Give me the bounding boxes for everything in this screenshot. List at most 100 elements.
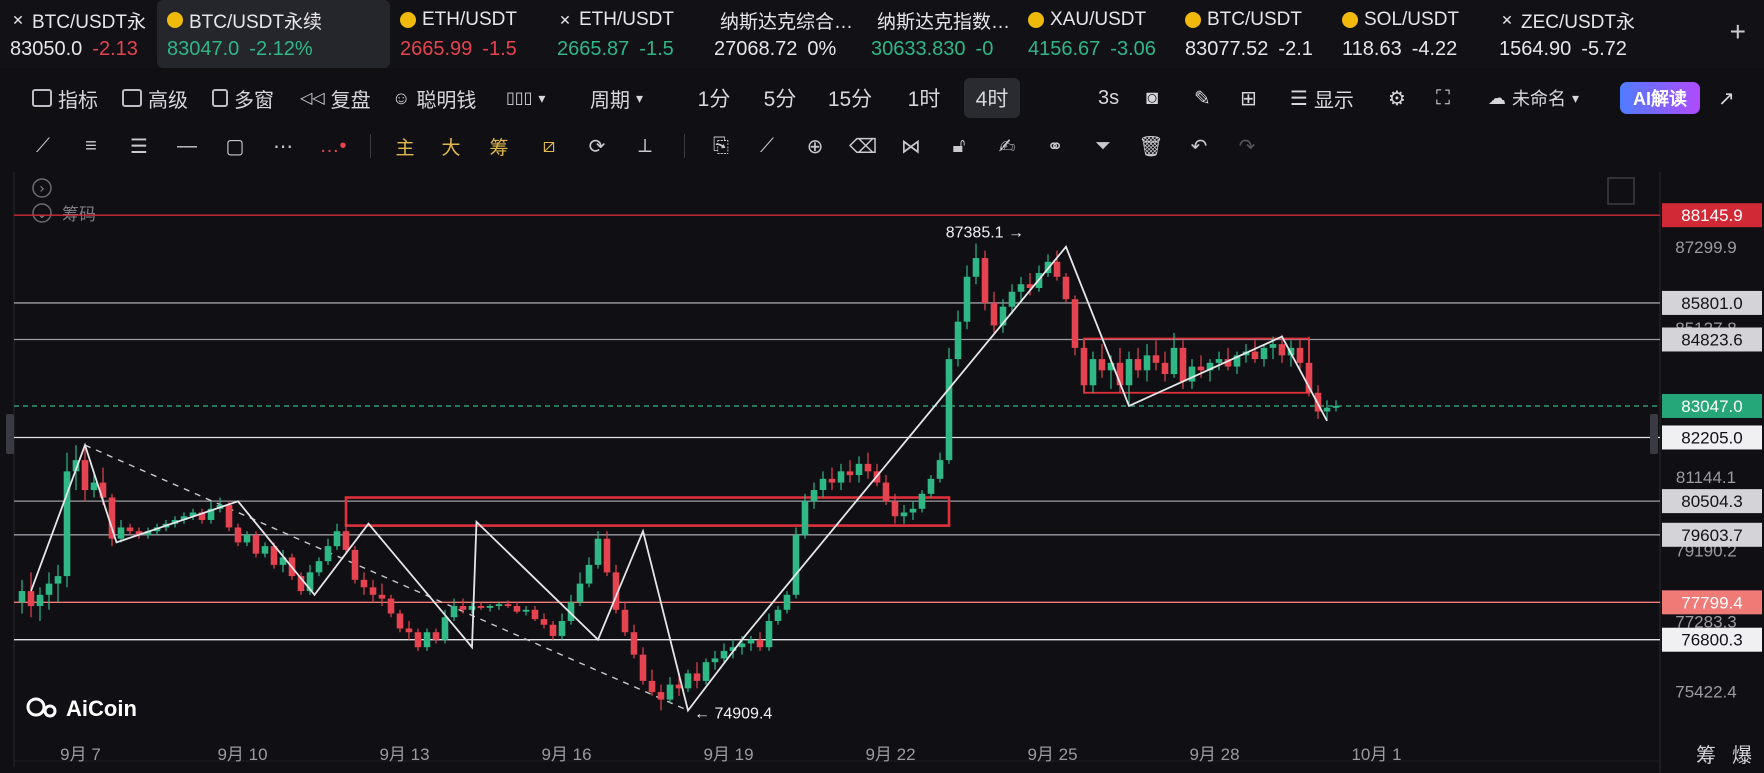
x-tick-label: 9月 10 [217,745,267,764]
screenshot-button[interactable]: ◙ [1146,78,1158,118]
note-tool[interactable]: ✍ [992,132,1022,160]
liquidation-panel-button[interactable]: 爆 [1732,743,1752,767]
candle-body [837,471,845,483]
main-indicator-toggle[interactable]: 主 [390,132,420,160]
ruler-tool[interactable]: ⟋ [752,132,782,160]
ticker-1[interactable]: BTC/USDT永续 83047.0 -2.12% [157,0,390,68]
redo-button[interactable]: ↷ [1232,132,1262,160]
chart-svg[interactable]: ›⌄筹码87385.1 →← 74909.487299.985127.88114… [0,172,1764,773]
layout-menu-button[interactable]: ☁ 未命名 ▾ [1488,78,1579,118]
candle-body [1260,347,1268,360]
ticker-7[interactable]: BTC/USDT 83077.52 -2.1 [1175,0,1332,68]
edit-button[interactable]: ✎ [1194,78,1211,118]
ai-interpret-button[interactable]: AI解读 [1620,82,1700,114]
candle-body [693,673,701,681]
candle-body [117,527,125,539]
y-tick-label: 75422.4 [1675,682,1736,701]
undo-button[interactable]: ↶ [1184,132,1214,160]
candle-body [936,460,944,479]
candle-body [1017,284,1025,292]
ticker-3[interactable]: ✕ ETH/USDT 2665.87 -1.5 [547,0,704,68]
chips-toggle[interactable]: 筹 [484,132,514,160]
period-menu-label: 周期 [590,89,630,112]
candle-body [1152,355,1160,363]
link-tool[interactable]: ⚭ [1040,132,1070,160]
ticker-values: 4156.67 -3.06 [1028,38,1167,61]
indicator-icon [32,89,52,107]
candle-body [432,632,440,640]
candle-body [522,609,530,612]
eraser-icon: ⌫ [848,135,878,158]
eraser-tool[interactable]: ⌫ [848,132,878,160]
ticker-values: 83077.52 -2.1 [1185,38,1324,61]
rectangle-tool[interactable]: ▢ [220,132,250,160]
ticker-5[interactable]: 纳斯达克指数… 30633.830 -0 [861,0,1018,68]
period-4[interactable]: 4时 [964,78,1020,118]
add-ticker-button[interactable]: + [1730,16,1746,48]
candle-body [486,606,494,608]
ticker-8[interactable]: SOL/USDT 118.63 -4.22 [1332,0,1489,68]
period-3[interactable]: 1时 [896,78,952,118]
lock-tool[interactable]: 🔓︎ [944,132,974,160]
ticker-9[interactable]: ✕ ZEC/USDT永 1564.90 -5.72 [1489,0,1646,68]
candle-body [684,673,692,689]
fullscreen-button[interactable]: ⛶ [1436,78,1450,118]
trendline-tool[interactable]: ⟋ [28,132,58,160]
period-2[interactable]: 15分 [818,78,882,118]
sync-tool[interactable]: ⟳ [582,132,612,160]
horizontal-lines-tool[interactable]: ☰ [124,132,154,160]
auto-draw-tool[interactable]: ⧄ [534,132,564,160]
period-menu-button[interactable]: 周期 ▾ [590,78,643,118]
pattern-tool[interactable]: ⋯ [268,132,298,160]
measure-tool[interactable]: ⟂ [630,132,660,160]
multi-window-button[interactable]: 多窗 [212,78,274,118]
ticker-0[interactable]: ✕ BTC/USDT永 83050.0 -2.13 [0,0,157,68]
ticker-6[interactable]: XAU/USDT 4156.67 -3.06 [1018,0,1175,68]
price-chart[interactable]: ›⌄筹码87385.1 →← 74909.487299.985127.88114… [0,172,1764,773]
advanced-button[interactable]: 高级 [122,78,188,118]
candle-body [657,692,665,700]
indicators-button[interactable]: 指标 [32,78,98,118]
ticker-2[interactable]: ETH/USDT 2665.99 -1.5 [390,0,547,68]
period-0[interactable]: 1分 [686,78,742,118]
candle-body [819,478,827,491]
x-tick-label: 9月 28 [1189,745,1239,764]
ticker-price: 83050.0 [10,38,83,60]
share-button[interactable]: ↗ [1718,78,1735,118]
horizontal-ray-tool[interactable]: — [172,132,202,160]
chart-app: { "tickers": [ {"symbol": "BTC/USDT永", "… [0,0,1764,773]
ticker-4[interactable]: 纳斯达克综合… 27068.72 0% [704,0,861,68]
chips-panel-button[interactable]: 筹 [1696,743,1716,767]
bookmark-tool[interactable]: ⎘ [706,132,736,160]
magnet-tool[interactable]: ⋈ [896,132,926,160]
replay-button[interactable]: ◁◁ 复盘 [300,78,371,118]
candle-body [756,639,764,648]
x-tick-label: 9月 16 [541,745,591,764]
add-panel-button[interactable]: ⊞ [1240,78,1257,118]
candle-body [576,583,584,603]
candle-body [891,501,899,517]
measure-icon: ⟂ [638,134,652,157]
filter-tool[interactable]: ⏷ [1088,132,1118,160]
display-button[interactable]: ☰ 显示 [1290,78,1354,118]
delete-tool[interactable]: 🗑︎ [1136,132,1166,160]
candle-body [774,609,782,622]
big-order-toggle[interactable]: 大 [436,132,466,160]
parallel-lines-tool[interactable]: ≡ [76,132,106,160]
candle-body [945,359,953,461]
period-1[interactable]: 5分 [752,78,808,118]
right-scroll-handle[interactable] [1650,414,1658,454]
sync-icon: ⟳ [588,135,606,158]
zoom-tool[interactable]: ⊕ [800,132,830,160]
left-scroll-handle[interactable] [6,414,14,454]
candle-body [1170,347,1178,375]
x-tick-label: 10月 1 [1351,745,1401,764]
chart-type-button[interactable]: ▯▯▯ ▾ [506,78,545,118]
rectangle-icon: ▢ [225,135,245,158]
candle-body [549,624,557,636]
multi-window-label: 多窗 [234,89,274,112]
refresh-interval[interactable]: 3s [1098,78,1119,118]
smart-money-button[interactable]: ☺ 聪明钱 [392,78,476,118]
settings-button[interactable]: ⚙ [1388,78,1406,118]
more-tools[interactable]: …• [318,132,348,160]
